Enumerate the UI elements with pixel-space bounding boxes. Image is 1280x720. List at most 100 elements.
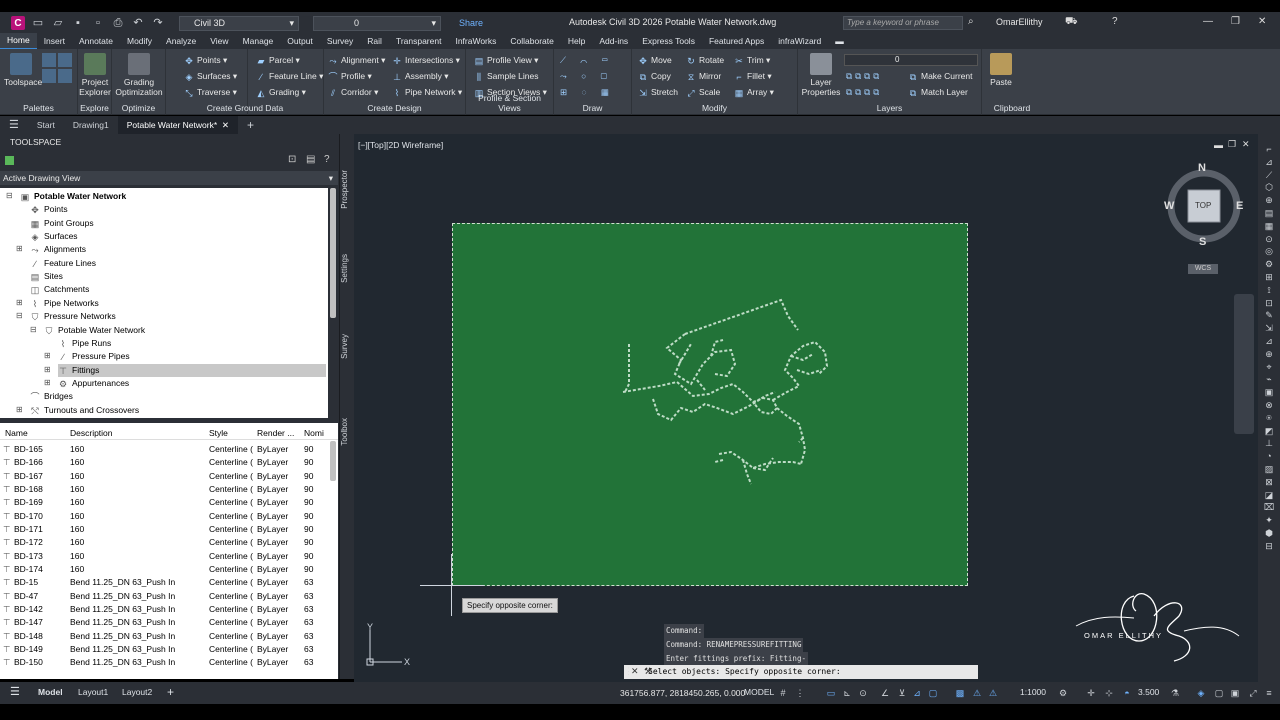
- tool-palette-icon[interactable]: ▦: [1263, 221, 1275, 231]
- object-snap-icon[interactable]: ⊻: [897, 688, 907, 698]
- units-icon[interactable]: ⊹: [1104, 688, 1114, 698]
- tab-infrawizard[interactable]: infraWizard: [771, 34, 828, 49]
- tool-palette-icon[interactable]: ⊠: [1263, 477, 1275, 487]
- share-button[interactable]: Share: [459, 18, 483, 28]
- collapse-icon[interactable]: ⊟: [6, 191, 13, 200]
- tree-item-pressure-networks[interactable]: ⛉ Pressure Networks: [30, 310, 116, 323]
- tool-palette-icon[interactable]: ⍟: [1263, 413, 1275, 423]
- draw-tools-row1[interactable]: ⟋ ⌒ ▭: [560, 55, 614, 66]
- restore-icon[interactable]: ❐: [1231, 16, 1240, 27]
- tab-collaborate[interactable]: Collaborate: [503, 34, 560, 49]
- auto-scale-icon[interactable]: ⚠: [988, 688, 998, 698]
- isolate-objects-icon[interactable]: ⚗: [1170, 688, 1180, 698]
- tree-item-surfaces[interactable]: ◈ Surfaces: [30, 230, 78, 243]
- tab-modify[interactable]: Modify: [120, 34, 159, 49]
- navigation-bar[interactable]: [1234, 294, 1254, 434]
- pipe-network-button[interactable]: ⌇ Pipe Network ▾: [392, 87, 462, 98]
- model-space-toggle[interactable]: MODEL: [744, 687, 774, 697]
- table-row[interactable]: ⊤ BD-171 160 Centerline (ByLayer 90: [0, 523, 330, 536]
- item-view-icon[interactable]: ⊡: [288, 154, 296, 165]
- minimize-icon[interactable]: —: [1203, 16, 1213, 27]
- table-row[interactable]: ⊤ BD-169 160 Centerline (ByLayer 90: [0, 496, 330, 509]
- tool-palette-icon[interactable]: ⊿: [1263, 336, 1275, 346]
- tool-palette-icon[interactable]: ⬢: [1263, 528, 1275, 538]
- print-icon[interactable]: ⎙: [111, 16, 125, 30]
- draw-tools-row3[interactable]: ⊞ ◌ ▦: [560, 87, 615, 98]
- tool-palette-icon[interactable]: ▨: [1263, 464, 1275, 474]
- tree-item-potable-water-network[interactable]: ⛉ Potable Water Network: [44, 324, 145, 337]
- selection-cycling-icon[interactable]: ▩: [955, 688, 965, 698]
- fillet-button[interactable]: ⌐ Fillet ▾: [734, 71, 771, 82]
- tab-insert[interactable]: Insert: [37, 34, 72, 49]
- close-tab-icon[interactable]: ✕: [222, 120, 229, 130]
- compass-west[interactable]: W: [1164, 200, 1174, 212]
- palette-icon[interactable]: [42, 53, 56, 67]
- toolspace-tab-survey[interactable]: Survey: [340, 334, 354, 359]
- table-row[interactable]: ⊤ BD-165 160 Centerline (ByLayer 90: [0, 443, 330, 456]
- toolspace-tab-prospector[interactable]: Prospector: [340, 170, 354, 209]
- column-header-style[interactable]: Style: [209, 426, 228, 440]
- tab-output[interactable]: Output: [280, 34, 320, 49]
- assembly-button[interactable]: ⊥ Assembly ▾: [392, 71, 448, 82]
- tool-palette-icon[interactable]: ◔: [1263, 451, 1275, 461]
- tool-palette-icon[interactable]: ⬡: [1263, 182, 1275, 192]
- tree-item-potable-water-network[interactable]: ▣ Potable Water Network: [20, 190, 127, 203]
- tab-annotate[interactable]: Annotate: [72, 34, 120, 49]
- list-view-icon[interactable]: ▤: [306, 154, 315, 165]
- cart-icon[interactable]: ⛟: [1065, 16, 1078, 29]
- tree-item-feature-lines[interactable]: ∕ Feature Lines: [30, 257, 96, 270]
- tab-home[interactable]: Home: [0, 33, 37, 50]
- table-row[interactable]: ⊤ BD-174 160 Centerline (ByLayer 90: [0, 563, 330, 576]
- compass-east[interactable]: E: [1236, 200, 1243, 212]
- rotate-button[interactable]: ↻ Rotate: [686, 55, 724, 66]
- open-icon[interactable]: ▱: [51, 16, 65, 30]
- app-logo[interactable]: C: [11, 16, 25, 30]
- coordinate-readout[interactable]: 361756.877, 2818450.265, 0.000: [620, 688, 745, 698]
- tree-scrollbar[interactable]: [330, 188, 336, 318]
- panel-title[interactable]: Layers: [798, 103, 981, 113]
- column-header-name[interactable]: Name: [5, 426, 28, 440]
- ribbon-minimize-icon[interactable]: ▬: [828, 34, 851, 49]
- layer-properties-button[interactable]: Layer Properties: [800, 53, 842, 97]
- corridor-button[interactable]: ⫽ Corridor ▾: [328, 87, 378, 98]
- table-row[interactable]: ⊤ BD-168 160 Centerline (ByLayer 90: [0, 483, 330, 496]
- tab-transparent[interactable]: Transparent: [389, 34, 449, 49]
- draw-tools-row2[interactable]: ⤳ ○ ▢: [560, 71, 613, 82]
- layer-dropdown[interactable]: 0: [844, 54, 978, 66]
- compass-north[interactable]: N: [1198, 162, 1206, 174]
- toolspace-button[interactable]: Toolspace: [4, 53, 42, 87]
- table-row[interactable]: ⊤ BD-172 160 Centerline (ByLayer 90: [0, 536, 330, 549]
- table-row[interactable]: ⊤ BD-148 Bend 11.25_DN 63_Push In Centerlin…: [0, 630, 330, 643]
- tab-manage[interactable]: Manage: [236, 34, 281, 49]
- clean-screen-icon[interactable]: ▢: [1214, 688, 1224, 698]
- panel-title[interactable]: Draw: [554, 103, 631, 113]
- isometric-icon[interactable]: ⊙: [858, 688, 868, 698]
- tab-rail[interactable]: Rail: [360, 34, 389, 49]
- expand-icon[interactable]: ⊞: [44, 365, 51, 374]
- tool-palette-icon[interactable]: ⊗: [1263, 400, 1275, 410]
- tool-palette-icon[interactable]: ⊕: [1263, 349, 1275, 359]
- viewport-close-icon[interactable]: ✕: [1242, 139, 1250, 150]
- tool-palette-icon[interactable]: ⚙: [1263, 259, 1275, 269]
- fullscreen-icon[interactable]: ⤢: [1248, 688, 1258, 698]
- tree-item-point-groups[interactable]: ▦ Point Groups: [30, 217, 94, 230]
- drawing-area[interactable]: [−][Top][2D Wireframe] ▬ ❐ ✕ Specify opp…: [354, 134, 1258, 682]
- palette-icon[interactable]: [58, 69, 72, 83]
- panel-title[interactable]: Create Ground Data: [166, 103, 324, 113]
- traverse-button[interactable]: ⤡ Traverse ▾: [184, 87, 236, 98]
- grading-button[interactable]: ◭ Grading ▾: [256, 87, 306, 98]
- hardware-acceleration-icon[interactable]: ◈: [1196, 688, 1206, 698]
- points-button[interactable]: ✥ Points ▾: [184, 55, 227, 66]
- table-row[interactable]: ⊤ BD-166 160 Centerline (ByLayer 90: [0, 456, 330, 469]
- tool-palette-icon[interactable]: ◩: [1263, 426, 1275, 436]
- match-layer-button[interactable]: ⧉ Match Layer: [908, 87, 968, 98]
- table-row[interactable]: ⊤ BD-47 Bend 11.25_DN 63_Push In Centerline…: [0, 590, 330, 603]
- menu-icon[interactable]: ☰: [0, 116, 28, 134]
- viewport-restore-icon[interactable]: ❐: [1228, 139, 1236, 150]
- table-row[interactable]: ⊤ BD-142 Bend 11.25_DN 63_Push In Centerlin…: [0, 603, 330, 616]
- expand-icon[interactable]: ⊞: [44, 351, 51, 360]
- annotation-visibility-icon[interactable]: ⚠: [972, 688, 982, 698]
- array-button[interactable]: ▦ Array ▾: [734, 87, 774, 98]
- search-icon[interactable]: ⌕: [968, 16, 974, 27]
- tool-palette-icon[interactable]: ✎: [1263, 310, 1275, 320]
